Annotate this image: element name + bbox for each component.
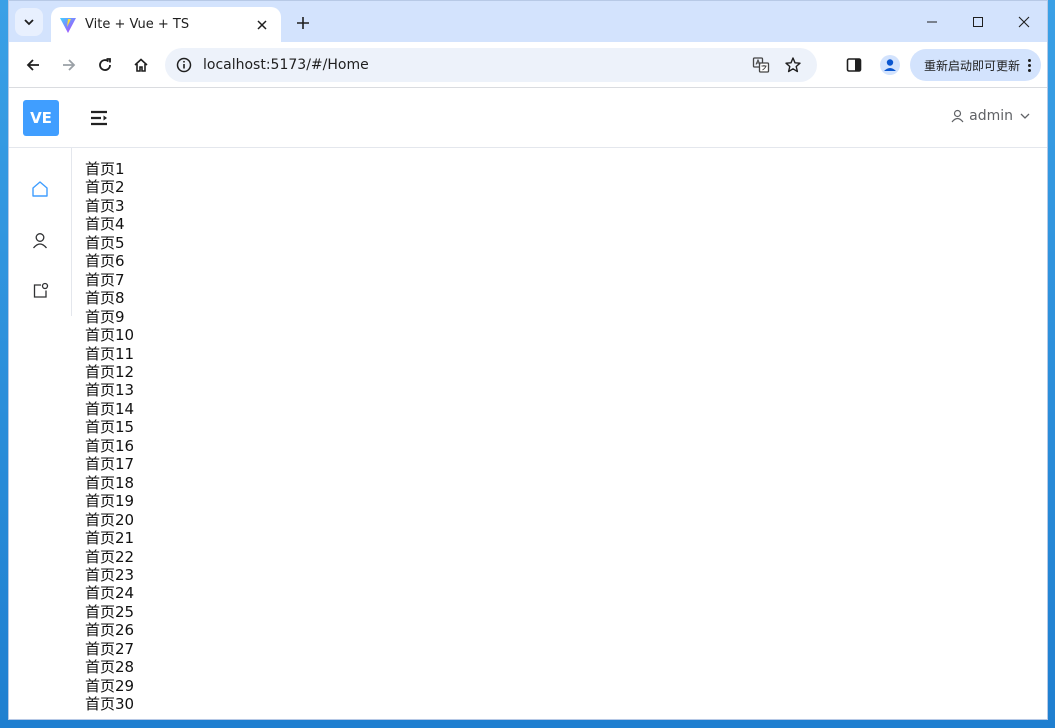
- side-menu: [9, 148, 72, 316]
- toolbar-right: 重新启动即可更新: [838, 49, 1041, 81]
- content-line: 首页10: [85, 326, 135, 345]
- content-line: 首页27: [85, 639, 135, 658]
- close-icon: [1018, 16, 1030, 27]
- new-tab-button[interactable]: [291, 11, 315, 35]
- content-line: 首页7: [85, 270, 125, 289]
- app-logo: VE: [23, 99, 59, 136]
- content-line: 首页13: [85, 381, 135, 400]
- browser-window: Vite + Vue + TS localhost:5173/#/Home 重新…: [8, 0, 1048, 720]
- side-panel-button[interactable]: [838, 49, 870, 81]
- user-name: admin: [969, 108, 1013, 124]
- side-menu-item-user[interactable]: [9, 215, 72, 266]
- tab-close-button[interactable]: [253, 16, 271, 34]
- forward-button[interactable]: [53, 49, 85, 81]
- minimize-button[interactable]: [909, 1, 955, 42]
- back-button[interactable]: [17, 49, 49, 81]
- home-icon: [134, 57, 148, 72]
- content-line: 首页24: [85, 584, 135, 603]
- content-line: 首页19: [85, 492, 135, 511]
- home-button[interactable]: [125, 49, 157, 81]
- site-info-icon[interactable]: [175, 56, 193, 74]
- reload-icon: [99, 57, 111, 71]
- vite-logo-icon: [60, 17, 76, 33]
- content-line: 首页17: [85, 455, 135, 474]
- content-line: 首页21: [85, 529, 135, 548]
- main-content: 首页1 首页2 首页3 首页4 首页5 首页6 首页7 首页8 首页9 首页10 首页11 首页12 首…: [72, 148, 135, 719]
- side-panel-icon: [846, 58, 862, 72]
- content-line: 首页8: [85, 289, 125, 308]
- content-line: 首页29: [85, 676, 135, 695]
- content-line: 首页9: [85, 307, 125, 326]
- update-label: 重新启动即可更新: [923, 58, 1020, 73]
- content-line: 首页30: [85, 695, 135, 714]
- app-header: VE admin: [9, 88, 1047, 148]
- home-icon: [32, 181, 48, 198]
- close-icon: [257, 19, 267, 30]
- close-window-button[interactable]: [1001, 1, 1047, 42]
- address-bar[interactable]: localhost:5173/#/Home: [165, 48, 817, 82]
- more-menu-icon: [1028, 58, 1031, 72]
- content-line: 首页14: [85, 399, 135, 418]
- plus-icon: [297, 17, 309, 29]
- maximize-button[interactable]: [955, 1, 1001, 42]
- url-text: localhost:5173/#/Home: [203, 57, 369, 73]
- content-line: 首页23: [85, 565, 135, 584]
- content-line: 首页11: [85, 344, 135, 363]
- tab-title: Vite + Vue + TS: [85, 17, 190, 32]
- side-menu-item-app[interactable]: [9, 265, 72, 316]
- chevron-down-icon: [1019, 110, 1031, 122]
- menu-collapse-button[interactable]: [89, 108, 109, 128]
- user-icon: [951, 109, 964, 123]
- reload-button[interactable]: [89, 49, 121, 81]
- window-controls: [909, 1, 1047, 42]
- side-menu-item-home[interactable]: [9, 164, 72, 215]
- content-line: 首页5: [85, 233, 125, 252]
- minimize-icon: [927, 21, 937, 22]
- content-line: 首页26: [85, 621, 135, 640]
- tab-strip: Vite + Vue + TS: [9, 1, 1047, 42]
- fold-menu-icon: [91, 110, 107, 125]
- content-line: 首页6: [85, 252, 125, 271]
- content-line: 首页4: [85, 215, 125, 234]
- content-line: 首页20: [85, 510, 135, 529]
- content-line: 首页2: [85, 178, 125, 197]
- app-body: 首页1 首页2 首页3 首页4 首页5 首页6 首页7 首页8 首页9 首页10 首页11 首页12 首…: [9, 148, 1047, 719]
- user-dropdown[interactable]: admin: [951, 108, 1031, 124]
- content-line: 首页18: [85, 473, 135, 492]
- content-line: 首页1: [85, 160, 125, 178]
- content-line: 首页28: [85, 658, 135, 677]
- profile-button[interactable]: [874, 49, 906, 81]
- translate-icon[interactable]: [747, 51, 775, 79]
- user-icon: [32, 232, 48, 248]
- chevron-down-icon: [24, 19, 34, 26]
- maximize-icon: [973, 16, 983, 27]
- content-line: 首页25: [85, 602, 135, 621]
- bookmark-star-icon[interactable]: [779, 51, 807, 79]
- content-line: 首页15: [85, 418, 135, 437]
- back-arrow-icon: [26, 58, 39, 71]
- app-icon: [33, 283, 48, 298]
- browser-toolbar: localhost:5173/#/Home 重新启动即可更新: [9, 42, 1047, 88]
- tab-active[interactable]: Vite + Vue + TS: [51, 7, 281, 42]
- forward-arrow-icon: [63, 58, 76, 71]
- content-line: 首页3: [85, 196, 125, 215]
- profile-avatar-icon: [879, 55, 900, 75]
- update-relaunch-button[interactable]: 重新启动即可更新: [909, 49, 1041, 81]
- content-line: 首页12: [85, 362, 135, 381]
- content-line: 首页16: [85, 436, 135, 455]
- content-line: 首页22: [85, 547, 135, 566]
- tab-search-button[interactable]: [15, 8, 43, 36]
